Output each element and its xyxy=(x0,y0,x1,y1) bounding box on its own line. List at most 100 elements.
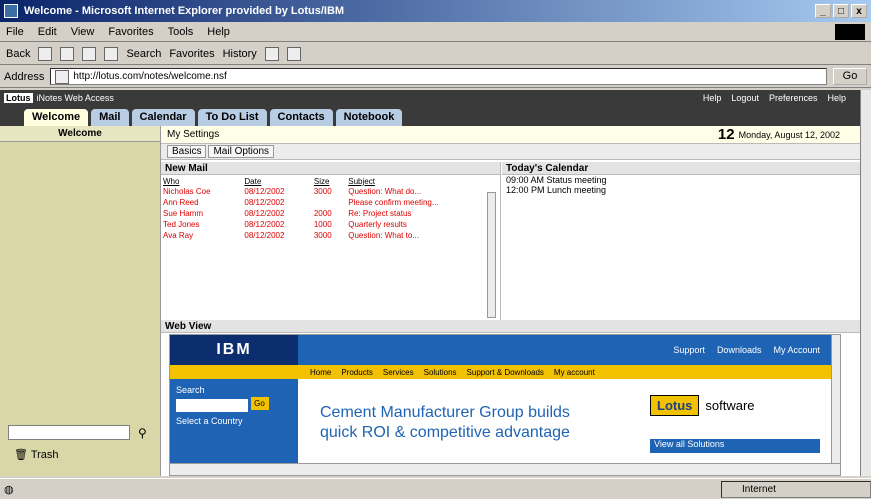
new-mail-header: New Mail xyxy=(161,162,500,175)
table-row[interactable]: Ann Reed 08/12/2002 Please confirm meeti… xyxy=(161,197,495,208)
web-view-vscroll[interactable] xyxy=(831,335,840,465)
ibm-link-downloads[interactable]: Downloads xyxy=(717,345,762,355)
app-tabs: Welcome Mail Calendar To Do List Contact… xyxy=(0,106,860,126)
table-row[interactable]: Sue Hamm 08/12/2002 2000 Re: Project sta… xyxy=(161,208,495,219)
calendar-header: Today's Calendar xyxy=(502,162,860,175)
calendar-item[interactable]: 09:00 AM Status meeting xyxy=(502,175,860,185)
tab-notebook[interactable]: Notebook xyxy=(335,109,403,126)
search-icon[interactable]: ⚲ xyxy=(138,426,147,440)
cell-size: 3000 xyxy=(313,187,332,196)
web-view-header: Web View xyxy=(161,320,860,333)
page-icon xyxy=(55,69,70,84)
subtab-basics[interactable]: Basics xyxy=(167,145,207,158)
lotus-software-text: software xyxy=(705,398,755,413)
left-panel: Welcome ⚲ 🗑 Trash xyxy=(0,126,161,476)
welcome-subtabs: Basics Mail Options xyxy=(161,144,860,160)
ibm-topbar: IBM Support Downloads My Account xyxy=(170,335,840,365)
refresh-icon[interactable] xyxy=(82,46,97,61)
ibm-nav-account[interactable]: My account xyxy=(554,368,595,377)
tab-contacts[interactable]: Contacts xyxy=(269,109,333,126)
col-who[interactable]: Who xyxy=(161,177,242,186)
header-link-logout[interactable]: Logout xyxy=(731,93,759,103)
tab-welcome[interactable]: Welcome xyxy=(24,109,89,126)
search-button[interactable]: Search xyxy=(126,48,161,60)
header-link-help[interactable]: Help xyxy=(703,93,722,103)
ibm-nav-products[interactable]: Products xyxy=(341,368,373,377)
sub-bar: My Settings 12 Monday, August 12, 2002 xyxy=(161,126,860,144)
toolbar: Back Search Favorites History xyxy=(0,43,871,65)
cell-who: Ann Reed xyxy=(163,198,199,207)
ibm-nav: Home Products Services Solutions Support… xyxy=(170,365,840,379)
tab-todo[interactable]: To Do List xyxy=(197,109,267,126)
ibm-nav-solutions[interactable]: Solutions xyxy=(424,368,457,377)
ibm-nav-home[interactable]: Home xyxy=(310,368,331,377)
new-mail-section: New Mail Who Date Size Subject Nicholas … xyxy=(161,162,501,320)
table-row[interactable]: Ted Jones 08/12/2002 1000 Quarterly resu… xyxy=(161,219,495,230)
mail-table: Who Date Size Subject Nicholas Coe 08/12… xyxy=(161,177,495,241)
view-solutions-link[interactable]: View all Solutions xyxy=(650,439,820,453)
menu-tools[interactable]: Tools xyxy=(168,26,194,38)
cell-date: 08/12/2002 xyxy=(244,187,285,196)
calendar-section: Today's Calendar 09:00 AM Status meeting… xyxy=(502,162,860,320)
menu-help[interactable]: Help xyxy=(207,26,230,38)
ibm-country-link[interactable]: Select a Country xyxy=(176,416,292,426)
lotus-software-logo[interactable]: Lotus software xyxy=(650,395,755,416)
quick-search-input[interactable] xyxy=(8,425,130,440)
ibm-link-account[interactable]: My Account xyxy=(773,345,820,355)
address-bar: Address http://lotus.com/notes/welcome.n… xyxy=(0,66,871,88)
forward-icon[interactable] xyxy=(38,46,53,61)
go-button[interactable]: Go xyxy=(833,68,867,85)
back-button[interactable]: Back xyxy=(6,48,30,60)
web-view-hscroll[interactable] xyxy=(170,463,840,475)
ibm-go-button[interactable]: Go xyxy=(250,397,269,410)
header-link-preferences[interactable]: Preferences xyxy=(769,93,818,103)
menu-edit[interactable]: Edit xyxy=(38,26,57,38)
ibm-search-input[interactable] xyxy=(176,399,248,412)
trash-item[interactable]: 🗑 Trash xyxy=(14,448,59,461)
ibm-search-label: Search xyxy=(176,385,205,395)
subtab-mail-options[interactable]: Mail Options xyxy=(208,145,275,158)
stop-icon[interactable] xyxy=(60,46,75,61)
cell-subject: Question: What to... xyxy=(348,231,419,240)
tab-mail[interactable]: Mail xyxy=(91,109,129,126)
inotes-header: Lotus iNotes Web Access Help Logout Pref… xyxy=(0,90,860,106)
maximize-button[interactable]: □ xyxy=(833,4,849,18)
close-button[interactable]: x xyxy=(851,4,867,18)
page-content: Lotus iNotes Web Access Help Logout Pref… xyxy=(0,90,860,476)
table-row[interactable]: Nicholas Coe 08/12/2002 3000 Question: W… xyxy=(161,186,495,197)
date-text: Monday, August 12, 2002 xyxy=(738,129,840,140)
window-titlebar: Welcome - Microsoft Internet Explorer pr… xyxy=(0,0,871,22)
mail-scrollbar[interactable] xyxy=(487,192,496,318)
favorites-button[interactable]: Favorites xyxy=(169,48,214,60)
settings-link[interactable]: My Settings xyxy=(167,129,219,140)
ibm-logo[interactable]: IBM xyxy=(170,335,298,365)
cell-who: Sue Hamm xyxy=(163,209,204,218)
ibm-nav-services[interactable]: Services xyxy=(383,368,414,377)
ibm-nav-support[interactable]: Support & Downloads xyxy=(467,368,544,377)
col-size[interactable]: Size xyxy=(312,177,346,186)
windows-logo-icon xyxy=(835,24,865,40)
cell-size xyxy=(312,197,346,208)
table-row[interactable]: Ava Ray 08/12/2002 3000 Question: What t… xyxy=(161,230,495,241)
col-subject[interactable]: Subject xyxy=(346,177,495,186)
page-scrollbar[interactable] xyxy=(860,90,871,476)
home-icon[interactable] xyxy=(104,46,119,61)
address-input[interactable]: http://lotus.com/notes/welcome.nsf xyxy=(50,68,827,85)
left-welcome[interactable]: Welcome xyxy=(0,126,160,142)
menu-favorites[interactable]: Favorites xyxy=(108,26,153,38)
print-icon[interactable] xyxy=(286,46,301,61)
header-link-help2[interactable]: Help xyxy=(827,93,846,103)
menu-view[interactable]: View xyxy=(71,26,95,38)
menubar: File Edit View Favorites Tools Help xyxy=(0,22,871,42)
tab-calendar[interactable]: Calendar xyxy=(131,109,195,126)
ie-icon xyxy=(4,4,18,18)
history-button[interactable]: History xyxy=(223,48,257,60)
menu-file[interactable]: File xyxy=(6,26,24,38)
ibm-link-support[interactable]: Support xyxy=(673,345,705,355)
mail-icon[interactable] xyxy=(264,46,279,61)
calendar-item[interactable]: 12:00 PM Lunch meeting xyxy=(502,185,860,195)
col-date[interactable]: Date xyxy=(242,177,311,186)
date-display: 12 Monday, August 12, 2002 xyxy=(718,126,860,143)
minimize-button[interactable]: _ xyxy=(815,4,831,18)
ibm-headline[interactable]: Cement Manufacturer Group builds quick R… xyxy=(320,403,600,443)
